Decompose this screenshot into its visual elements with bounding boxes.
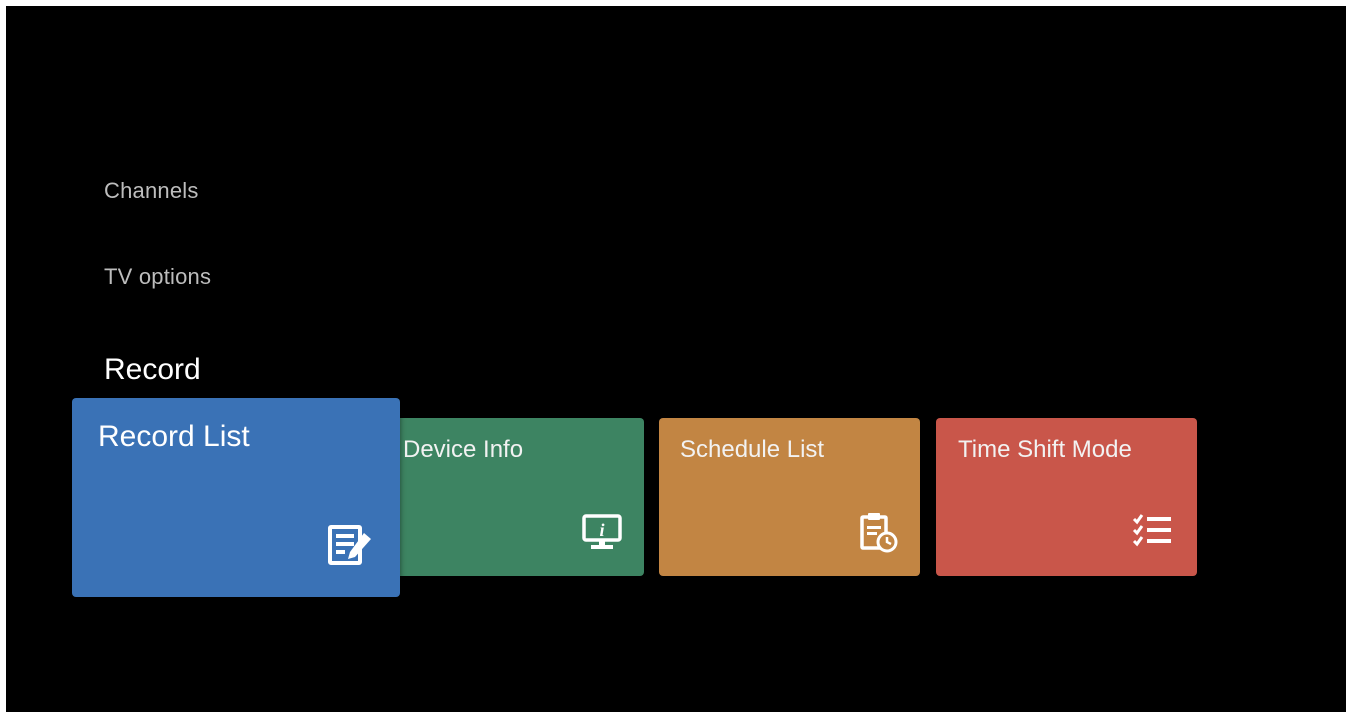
device-info-tile[interactable]: Device Info i [392,418,644,576]
monitor-info-icon: i [582,514,622,549]
tv-screen [6,6,1346,712]
record-list-tile[interactable]: Record List [72,398,400,597]
edit-list-icon [328,525,371,565]
menu-item-record[interactable]: Record [104,353,201,387]
checklist-icon [1132,514,1171,547]
clipboard-clock-icon [860,513,898,553]
schedule-list-tile[interactable]: Schedule List [659,418,920,576]
menu-item-channels[interactable]: Channels [104,178,199,204]
time-shift-mode-tile[interactable]: Time Shift Mode [936,418,1197,576]
menu-item-tv-options[interactable]: TV options [104,264,211,290]
schedule-list-label: Schedule List [680,436,825,463]
time-shift-mode-label: Time Shift Mode [958,436,1132,463]
svg-text:i: i [599,520,604,540]
record-list-label: Record List [98,420,250,453]
device-info-label: Device Info [403,436,524,463]
